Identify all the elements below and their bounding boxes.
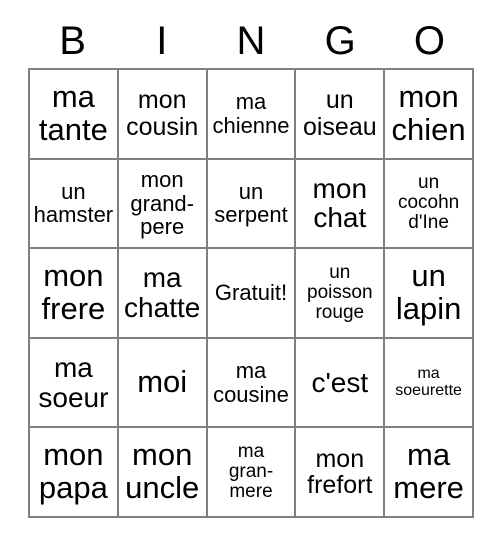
bingo-cell-g4[interactable]: c'est [296,338,386,429]
bingo-cell-label: un poisson rouge [307,261,373,324]
bingo-cell-label: mon chat [312,172,368,234]
bingo-cell-g2[interactable]: mon chat [296,159,386,250]
bingo-card: B I N G O ma tante mon cousin ma chienne… [0,0,500,544]
bingo-cell-i2[interactable]: mon grand- pere [118,159,208,250]
bingo-cell-label: mon cousin [126,86,199,141]
bingo-cell-o4[interactable]: ma soeurette [385,338,474,429]
bingo-cell-i5[interactable]: mon uncle [118,428,208,518]
bingo-cell-n2[interactable]: un serpent [207,159,297,250]
bingo-cell-label: moi [137,364,188,400]
bingo-cell-label: mon chien [391,78,466,147]
bingo-cell-i4[interactable]: moi [118,338,208,429]
bingo-cell-b3[interactable]: mon frere [30,249,119,339]
bingo-cell-free-space[interactable]: Gratuit! [207,249,297,339]
bingo-cell-label: un cocohn d'Ine [397,172,460,234]
bingo-cell-label: ma soeurette [395,364,462,399]
header-letter-b: B [59,19,86,63]
bingo-cell-label: mon frere [41,258,106,326]
bingo-cell-o5[interactable]: ma mere [385,428,474,518]
header-letter-i: I [156,19,168,63]
bingo-cell-o1[interactable]: mon chien [385,70,474,160]
bingo-cell-n4[interactable]: ma cousine [207,338,297,429]
bingo-cell-o3[interactable]: un lapin [385,249,474,339]
bingo-cell-n5[interactable]: ma gran- mere [207,428,297,518]
bingo-cell-i1[interactable]: mon cousin [118,70,208,160]
bingo-cell-i3[interactable]: ma chatte [118,249,208,339]
bingo-cell-label: c'est [311,366,369,398]
bingo-cell-n1[interactable]: ma chienne [207,70,297,160]
bingo-cell-g1[interactable]: un oiseau [296,70,386,160]
bingo-cell-label: ma tante [38,78,108,147]
bingo-cell-label: mon uncle [125,437,200,506]
bingo-header-row: B I N G O [28,14,474,68]
bingo-cell-label: ma cousine [213,358,289,407]
bingo-cell-b4[interactable]: ma soeur [30,338,119,429]
bingo-cell-o2[interactable]: un cocohn d'Ine [385,159,474,250]
header-letter-n: N [236,19,266,63]
bingo-cell-g5[interactable]: mon frefort [296,428,386,518]
header-letter-g: G [324,19,356,63]
bingo-cell-label: ma chienne [212,89,290,138]
bingo-cell-label: un lapin [395,258,462,326]
bingo-cell-label: ma gran- mere [228,441,274,503]
bingo-cell-label: ma chatte [124,262,201,323]
bingo-cell-label: mon papa [38,437,108,506]
bingo-cell-label: un serpent [214,179,288,228]
bingo-cell-label: ma mere [393,437,464,506]
bingo-cell-label: ma soeur [38,351,109,413]
bingo-cell-b5[interactable]: mon papa [30,428,119,518]
bingo-cell-b1[interactable]: ma tante [30,70,119,160]
bingo-cell-label: mon frefort [307,444,373,500]
bingo-cell-label: un oiseau [302,86,377,141]
bingo-cell-b2[interactable]: un hamster [30,159,119,250]
bingo-grid: ma tante mon cousin ma chienne un oiseau… [28,68,474,518]
bingo-cell-label: un hamster [33,179,114,228]
header-letter-o: O [413,19,445,63]
free-space-label: Gratuit! [214,280,288,306]
bingo-cell-label: mon grand- pere [130,167,194,240]
bingo-cell-g3[interactable]: un poisson rouge [296,249,386,339]
